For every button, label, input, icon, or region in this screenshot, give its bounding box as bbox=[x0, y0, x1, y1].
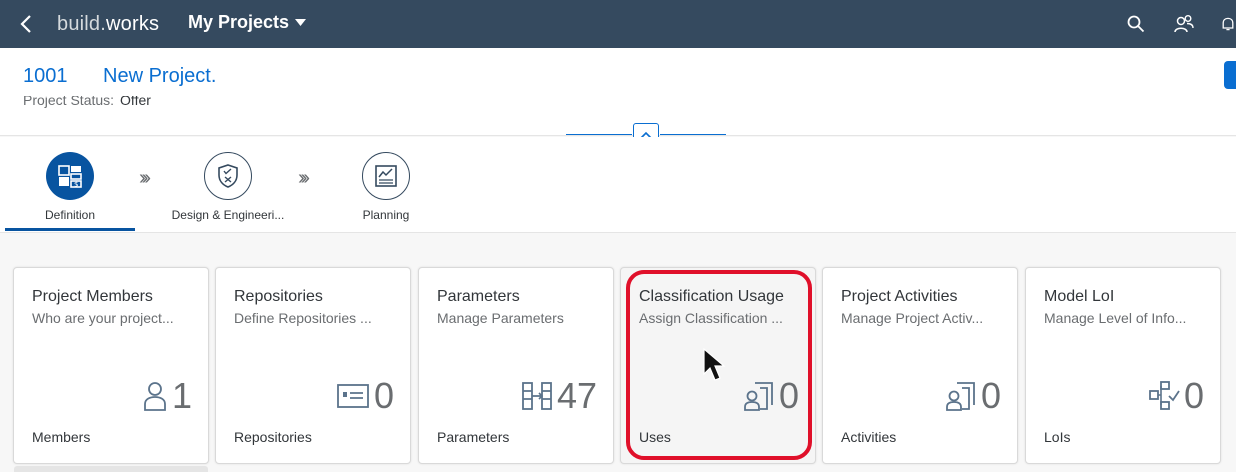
project-status: Project Status: Offer bbox=[23, 92, 151, 108]
people-icon[interactable] bbox=[1172, 12, 1196, 36]
tile-subtitle: Who are your project... bbox=[32, 310, 174, 326]
step-separator-icon: ››› bbox=[298, 167, 310, 189]
active-step-indicator bbox=[5, 228, 135, 231]
tile-parameters[interactable]: Parameters Manage Parameters 47 Paramete… bbox=[418, 267, 614, 464]
tile-repositories[interactable]: Repositories Define Repositories ... 0 R… bbox=[215, 267, 411, 464]
step-design-engineering[interactable]: Design & Engineeri... bbox=[160, 152, 296, 222]
shell-bar: build.works My Projects bbox=[0, 0, 1236, 48]
definition-icon: $ bbox=[46, 152, 94, 200]
tile-value: 0 bbox=[980, 375, 1001, 416]
tile-subtitle: Assign Classification ... bbox=[639, 310, 783, 326]
mouse-cursor-icon bbox=[703, 347, 733, 387]
tile-value: 47 bbox=[556, 375, 597, 416]
tile-footer: Repositories bbox=[234, 429, 312, 445]
status-label: Project Status: bbox=[23, 92, 115, 108]
tile-subtitle: Manage Project Activ... bbox=[841, 310, 984, 326]
logo-text-1: build bbox=[57, 13, 101, 35]
tile-title: Parameters bbox=[437, 288, 520, 305]
user-doc-icon bbox=[946, 382, 975, 411]
id-card-icon bbox=[337, 384, 369, 408]
shield-check-icon bbox=[204, 152, 252, 200]
collapse-line-right bbox=[660, 134, 726, 135]
tile-title: Project Activities bbox=[841, 288, 958, 305]
header-action-button[interactable] bbox=[1224, 61, 1236, 89]
step-label: Definition bbox=[44, 208, 96, 222]
tile-footer: Members bbox=[32, 429, 91, 445]
tile-title: Model LoI bbox=[1044, 288, 1115, 305]
object-header: 1001 New Project. Project Status: Offer bbox=[0, 48, 1236, 136]
hierarchy-check-icon bbox=[1149, 381, 1180, 410]
project-id[interactable]: 1001 bbox=[23, 65, 68, 88]
step-separator-icon: ››› bbox=[139, 167, 151, 189]
tile-kpi: 0 bbox=[336, 374, 394, 418]
person-icon bbox=[144, 382, 166, 411]
planning-board-icon bbox=[362, 152, 410, 200]
tile-subtitle: Define Repositories ... bbox=[234, 310, 372, 326]
tile-kpi: 1 bbox=[142, 374, 192, 418]
svg-text:$: $ bbox=[74, 181, 78, 189]
my-projects-menu[interactable]: My Projects bbox=[188, 12, 307, 33]
tile-kpi: 0 bbox=[1148, 374, 1204, 418]
tile-title: Repositories bbox=[234, 288, 323, 305]
process-flow: $ Definition ››› Design & Engineeri... ›… bbox=[0, 137, 1236, 233]
tile-model-loi[interactable]: Model LoI Manage Level of Info... 0 LoIs bbox=[1025, 267, 1221, 464]
tile-footer: Activities bbox=[841, 429, 897, 445]
back-icon[interactable] bbox=[14, 12, 38, 36]
tile-value: 0 bbox=[778, 375, 799, 416]
collapse-line-left bbox=[566, 134, 632, 135]
tile-value: 0 bbox=[373, 375, 394, 416]
tile-value: 0 bbox=[1183, 375, 1204, 416]
tile-project-activities[interactable]: Project Activities Manage Project Activ.… bbox=[822, 267, 1018, 464]
tile-project-members[interactable]: Project Members Who are your project... … bbox=[13, 267, 209, 464]
step-definition[interactable]: $ Definition bbox=[30, 152, 110, 222]
status-value: Offer bbox=[120, 92, 151, 108]
tile-footer: Parameters bbox=[437, 429, 510, 445]
tile-title: Classification Usage bbox=[639, 288, 784, 305]
next-row-tile-edge bbox=[14, 466, 208, 472]
logo-text-2: works bbox=[106, 13, 160, 35]
user-doc-icon bbox=[744, 382, 773, 411]
tile-footer: Uses bbox=[639, 429, 671, 445]
step-label: Planning bbox=[362, 208, 410, 222]
search-icon[interactable] bbox=[1124, 12, 1148, 36]
tile-title: Project Members bbox=[32, 288, 153, 305]
app-logo[interactable]: build.works bbox=[57, 13, 159, 36]
bell-icon[interactable] bbox=[1220, 12, 1236, 36]
project-name[interactable]: New Project. bbox=[103, 65, 216, 88]
tile-kpi: 0 bbox=[743, 374, 799, 418]
tile-kpi: 47 bbox=[521, 374, 597, 418]
parameters-icon bbox=[522, 382, 552, 410]
shell-title: My Projects bbox=[188, 12, 290, 32]
step-planning[interactable]: Planning bbox=[346, 152, 426, 222]
caret-down-icon bbox=[295, 19, 307, 26]
step-label: Design & Engineeri... bbox=[171, 208, 285, 222]
tile-subtitle: Manage Level of Info... bbox=[1044, 310, 1187, 326]
tile-subtitle: Manage Parameters bbox=[437, 310, 564, 326]
tile-kpi: 0 bbox=[945, 374, 1001, 418]
tile-value: 1 bbox=[171, 375, 192, 416]
tile-footer: LoIs bbox=[1044, 429, 1071, 445]
